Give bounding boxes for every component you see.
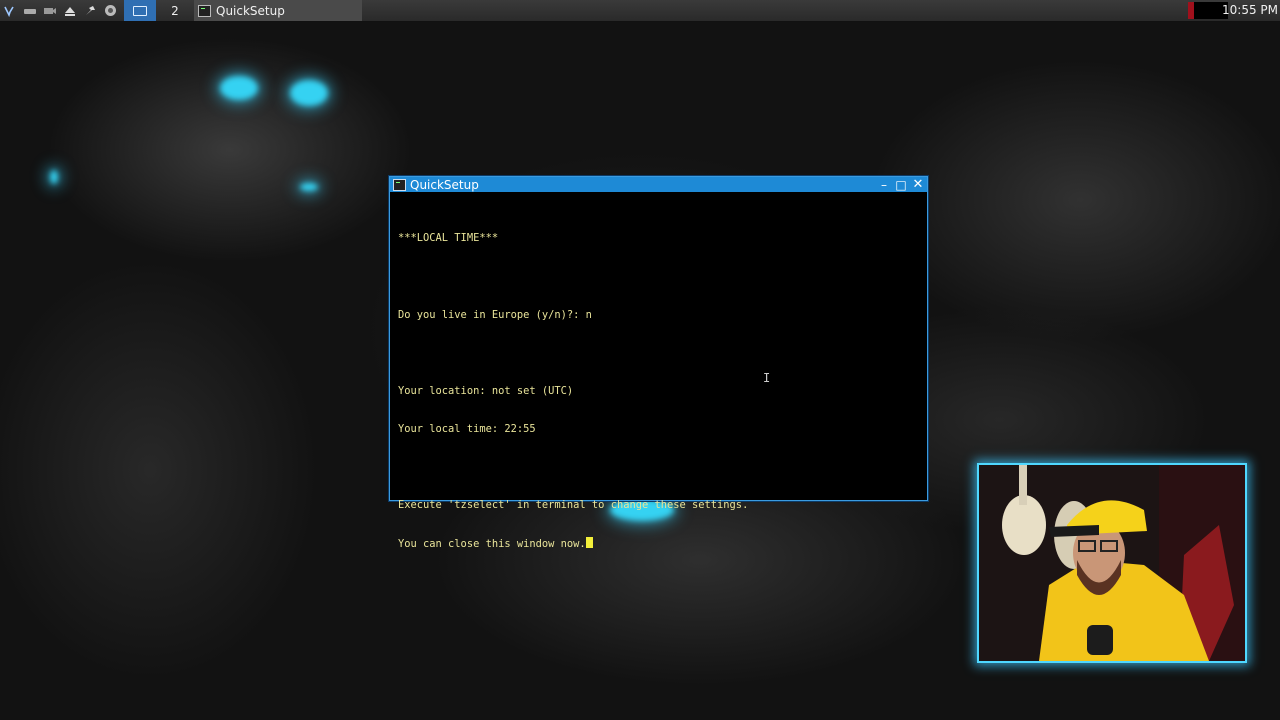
close-icon: ✕ [912,177,924,192]
text-cursor [585,537,593,549]
taskbar: 2 QuickSetup 10:55 PM [0,0,1280,22]
window-titlebar[interactable]: QuickSetup – □ ✕ [390,177,927,192]
terminal-line: Your local time: 22:55 [398,422,536,435]
window-title: QuickSetup [410,177,479,192]
menu-icon[interactable] [0,0,20,21]
quicksetup-window: QuickSetup – □ ✕ ***LOCAL TIME*** Do you… [389,176,928,550]
terminal-icon [393,178,406,191]
pin-icon[interactable] [80,0,100,21]
clock[interactable]: 10:55 PM [1222,0,1278,21]
wallpaper-glow [290,80,328,106]
terminal-icon [198,4,211,17]
maximize-icon: □ [895,177,907,192]
terminal-line: Your location: not set (UTC) [398,384,574,397]
wallpaper-glow [220,76,258,100]
terminal-line: Execute 'tzselect' in terminal to change… [398,499,749,512]
taskbar-task-quicksetup[interactable]: QuickSetup [194,0,362,21]
wallpaper-glow [300,183,318,191]
terminal-output[interactable]: ***LOCAL TIME*** Do you live in Europe (… [390,192,927,550]
eject-icon[interactable] [60,0,80,21]
maximize-button[interactable]: □ [893,177,909,192]
camera-icon[interactable] [40,0,60,21]
browser-icon[interactable] [100,0,120,21]
monitor-icon [133,5,147,16]
ibeam-cursor-icon: I [763,371,771,385]
minimize-button[interactable]: – [876,177,892,192]
webcam-overlay [977,463,1247,663]
webcam-feed [979,465,1245,661]
workspace-1-button[interactable] [124,0,156,21]
minimize-icon: – [881,177,887,192]
terminal-line: ***LOCAL TIME*** [398,232,499,245]
task-title: QuickSetup [216,3,285,18]
workspace-2-button[interactable]: 2 [160,0,190,21]
drive-icon[interactable] [20,0,40,21]
wallpaper-glow [50,170,58,184]
terminal-line: Do you live in Europe (y/n)?: n [398,308,592,321]
terminal-last-line: You can close this window now. [398,537,927,550]
close-button[interactable]: ✕ [910,177,926,192]
terminal-line: You can close this window now. [398,538,586,551]
